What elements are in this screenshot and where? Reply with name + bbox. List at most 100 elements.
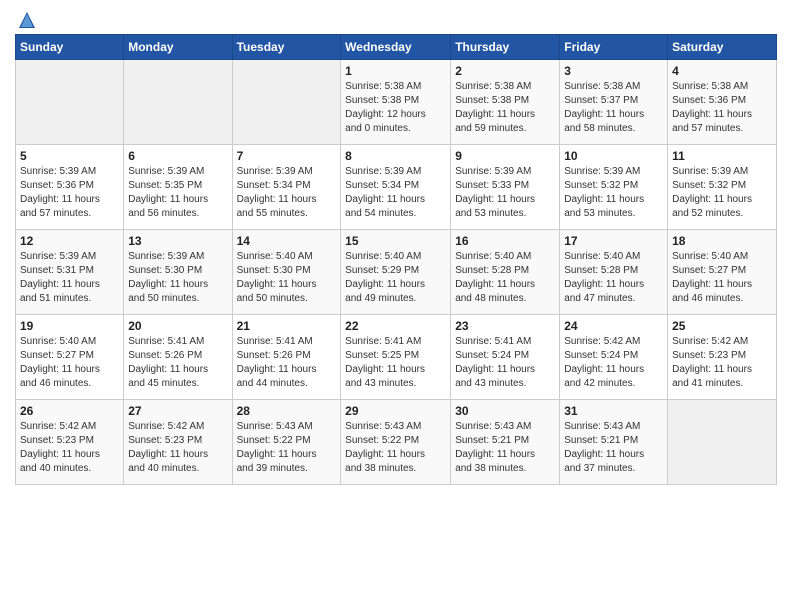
day-number: 27 [128,404,227,418]
calendar-cell: 16 Sunrise: 5:40 AM Sunset: 5:28 PM Dayli… [451,230,560,315]
day-info: Sunrise: 5:38 AM Sunset: 5:38 PM Dayligh… [455,80,555,136]
calendar-cell: 30 Sunrise: 5:43 AM Sunset: 5:21 PM Dayli… [451,400,560,485]
day-info: Sunrise: 5:39 AM Sunset: 5:36 PM Dayligh… [20,165,119,221]
calendar-cell: 19 Sunrise: 5:40 AM Sunset: 5:27 PM Dayli… [16,315,124,400]
calendar-cell: 9Sunrise: 5:39 AM Sunset: 5:33 PM Daylig… [451,145,560,230]
day-info: Sunrise: 5:40 AM Sunset: 5:30 PM Dayligh… [237,250,337,306]
calendar-week-row: 12 Sunrise: 5:39 AM Sunset: 5:31 PM Dayli… [16,230,777,315]
calendar-cell: 26 Sunrise: 5:42 AM Sunset: 5:23 PM Dayli… [16,400,124,485]
day-number: 14 [237,234,337,248]
calendar-cell: 11 Sunrise: 5:39 AM Sunset: 5:32 PM Dayli… [668,145,777,230]
calendar-cell: 2 Sunrise: 5:38 AM Sunset: 5:38 PM Daylig… [451,60,560,145]
day-info: Sunrise: 5:39 AM Sunset: 5:30 PM Dayligh… [128,250,227,306]
calendar-cell [124,60,232,145]
calendar-cell: 28 Sunrise: 5:43 AM Sunset: 5:22 PM Dayli… [232,400,341,485]
day-info: Sunrise: 5:43 AM Sunset: 5:22 PM Dayligh… [237,420,337,476]
day-number: 8 [345,149,446,163]
day-number: 23 [455,319,555,333]
calendar-cell: 7 Sunrise: 5:39 AM Sunset: 5:34 PM Daylig… [232,145,341,230]
calendar-cell: 4Sunrise: 5:38 AM Sunset: 5:36 PM Daylig… [668,60,777,145]
day-info: Sunrise: 5:40 AM Sunset: 5:28 PM Dayligh… [455,250,555,306]
day-number: 21 [237,319,337,333]
day-info: Sunrise: 5:41 AM Sunset: 5:26 PM Dayligh… [128,335,227,391]
day-info: Sunrise: 5:39 AM Sunset: 5:31 PM Dayligh… [20,250,119,306]
day-info: Sunrise: 5:38 AM Sunset: 5:38 PM Dayligh… [345,80,446,136]
day-info: Sunrise: 5:39 AM Sunset: 5:32 PM Dayligh… [564,165,663,221]
day-number: 18 [672,234,772,248]
calendar-cell: 1 Sunrise: 5:38 AM Sunset: 5:38 PM Daylig… [341,60,451,145]
day-number: 13 [128,234,227,248]
col-thursday: Thursday [451,35,560,60]
calendar-week-row: 19 Sunrise: 5:40 AM Sunset: 5:27 PM Dayli… [16,315,777,400]
calendar-cell: 15 Sunrise: 5:40 AM Sunset: 5:29 PM Dayli… [341,230,451,315]
day-number: 26 [20,404,119,418]
day-info: Sunrise: 5:42 AM Sunset: 5:23 PM Dayligh… [20,420,119,476]
day-info: Sunrise: 5:39 AM Sunset: 5:32 PM Dayligh… [672,165,772,221]
calendar-week-row: 26 Sunrise: 5:42 AM Sunset: 5:23 PM Dayli… [16,400,777,485]
calendar-cell: 13 Sunrise: 5:39 AM Sunset: 5:30 PM Dayli… [124,230,232,315]
day-info: Sunrise: 5:42 AM Sunset: 5:23 PM Dayligh… [128,420,227,476]
day-info: Sunrise: 5:40 AM Sunset: 5:29 PM Dayligh… [345,250,446,306]
day-info: Sunrise: 5:39 AM Sunset: 5:34 PM Dayligh… [237,165,337,221]
calendar-table: Sunday Monday Tuesday Wednesday Thursday… [15,34,777,485]
header [15,10,777,26]
calendar-cell: 31 Sunrise: 5:43 AM Sunset: 5:21 PM Dayli… [560,400,668,485]
day-info: Sunrise: 5:40 AM Sunset: 5:28 PM Dayligh… [564,250,663,306]
col-saturday: Saturday [668,35,777,60]
day-number: 2 [455,64,555,78]
calendar-cell: 14 Sunrise: 5:40 AM Sunset: 5:30 PM Dayli… [232,230,341,315]
calendar-cell: 22Sunrise: 5:41 AM Sunset: 5:25 PM Dayli… [341,315,451,400]
logo [15,10,37,26]
day-number: 28 [237,404,337,418]
day-number: 29 [345,404,446,418]
calendar-cell: 10Sunrise: 5:39 AM Sunset: 5:32 PM Dayli… [560,145,668,230]
calendar-cell: 25Sunrise: 5:42 AM Sunset: 5:23 PM Dayli… [668,315,777,400]
calendar-week-row: 5Sunrise: 5:39 AM Sunset: 5:36 PM Daylig… [16,145,777,230]
calendar-cell: 8 Sunrise: 5:39 AM Sunset: 5:34 PM Daylig… [341,145,451,230]
calendar-cell: 5Sunrise: 5:39 AM Sunset: 5:36 PM Daylig… [16,145,124,230]
day-info: Sunrise: 5:38 AM Sunset: 5:37 PM Dayligh… [564,80,663,136]
logo-icon [17,10,37,30]
calendar-cell: 24 Sunrise: 5:42 AM Sunset: 5:24 PM Dayli… [560,315,668,400]
day-info: Sunrise: 5:42 AM Sunset: 5:24 PM Dayligh… [564,335,663,391]
day-info: Sunrise: 5:40 AM Sunset: 5:27 PM Dayligh… [20,335,119,391]
day-number: 12 [20,234,119,248]
calendar-cell: 3Sunrise: 5:38 AM Sunset: 5:37 PM Daylig… [560,60,668,145]
day-number: 11 [672,149,772,163]
day-number: 24 [564,319,663,333]
calendar-cell: 27 Sunrise: 5:42 AM Sunset: 5:23 PM Dayli… [124,400,232,485]
calendar-week-row: 1 Sunrise: 5:38 AM Sunset: 5:38 PM Daylig… [16,60,777,145]
col-sunday: Sunday [16,35,124,60]
day-number: 15 [345,234,446,248]
calendar-cell [16,60,124,145]
calendar-cell: 6 Sunrise: 5:39 AM Sunset: 5:35 PM Daylig… [124,145,232,230]
calendar-cell: 29 Sunrise: 5:43 AM Sunset: 5:22 PM Dayli… [341,400,451,485]
day-info: Sunrise: 5:38 AM Sunset: 5:36 PM Dayligh… [672,80,772,136]
col-wednesday: Wednesday [341,35,451,60]
day-number: 22 [345,319,446,333]
page-container: Sunday Monday Tuesday Wednesday Thursday… [0,0,792,495]
calendar-cell: 17Sunrise: 5:40 AM Sunset: 5:28 PM Dayli… [560,230,668,315]
day-info: Sunrise: 5:43 AM Sunset: 5:21 PM Dayligh… [455,420,555,476]
day-info: Sunrise: 5:40 AM Sunset: 5:27 PM Dayligh… [672,250,772,306]
day-number: 9 [455,149,555,163]
day-info: Sunrise: 5:39 AM Sunset: 5:35 PM Dayligh… [128,165,227,221]
day-number: 31 [564,404,663,418]
day-info: Sunrise: 5:43 AM Sunset: 5:21 PM Dayligh… [564,420,663,476]
calendar-cell [668,400,777,485]
col-friday: Friday [560,35,668,60]
day-info: Sunrise: 5:39 AM Sunset: 5:34 PM Dayligh… [345,165,446,221]
day-number: 16 [455,234,555,248]
day-number: 20 [128,319,227,333]
day-number: 7 [237,149,337,163]
day-number: 1 [345,64,446,78]
day-number: 19 [20,319,119,333]
calendar-cell: 18 Sunrise: 5:40 AM Sunset: 5:27 PM Dayli… [668,230,777,315]
day-number: 6 [128,149,227,163]
calendar-cell [232,60,341,145]
day-info: Sunrise: 5:43 AM Sunset: 5:22 PM Dayligh… [345,420,446,476]
day-info: Sunrise: 5:41 AM Sunset: 5:26 PM Dayligh… [237,335,337,391]
calendar-header-row: Sunday Monday Tuesday Wednesday Thursday… [16,35,777,60]
col-monday: Monday [124,35,232,60]
day-number: 30 [455,404,555,418]
